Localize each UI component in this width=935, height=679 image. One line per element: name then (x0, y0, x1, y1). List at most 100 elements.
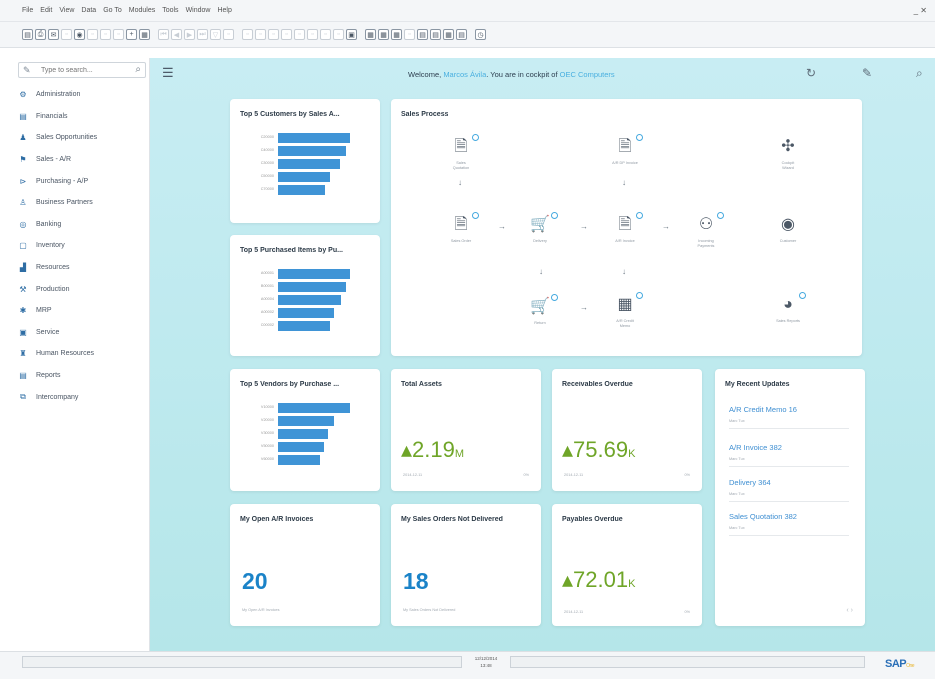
target-document-icon[interactable]: ▫ (255, 29, 266, 40)
sidebar-item-administration[interactable]: ⚙ Administration (0, 84, 150, 106)
sidebar-item-purchasing-ap[interactable]: ⊳ Purchasing - A/P (0, 170, 150, 192)
bar[interactable] (278, 172, 330, 182)
browser-icon[interactable]: ◉ (74, 29, 85, 40)
bar[interactable] (278, 133, 350, 143)
sidebar-item-production[interactable]: ⚒ Production (0, 278, 150, 300)
find-icon[interactable]: + (126, 29, 137, 40)
search-icon[interactable]: ⌕ (135, 64, 141, 75)
menu-help[interactable]: Help (217, 7, 231, 14)
sidebar-item-banking[interactable]: ◎ Banking (0, 214, 150, 236)
node-sales-reports[interactable]: ◕ Sales Reports (753, 292, 823, 324)
document-settings-icon[interactable]: ▦ (378, 29, 389, 40)
bar[interactable] (278, 321, 330, 331)
menu-window[interactable]: Window (186, 7, 211, 14)
sidebar-item-intercompany[interactable]: ⧉ Intercompany (0, 386, 150, 408)
sidebar-item-resources[interactable]: ▟ Resources (0, 257, 150, 279)
card-open-ar-invoices[interactable]: My Open A/R Invoices 20 My Open A/R Invo… (230, 504, 380, 626)
card-sales-orders-not-delivered[interactable]: My Sales Orders Not Delivered 18 My Sale… (391, 504, 541, 626)
help-icon[interactable]: ▤ (456, 29, 467, 40)
card-top-customers[interactable]: Top 5 Customers by Sales A... C20000 C400… (230, 99, 380, 223)
node-delivery[interactable]: 🛒 Delivery (505, 212, 575, 244)
sidebar-item-human-resources[interactable]: ♜ Human Resources (0, 343, 150, 365)
filter-icon[interactable]: ▽ (210, 29, 221, 40)
print-preview-icon[interactable]: ▤ (22, 29, 33, 40)
hamburger-menu-icon[interactable]: ☰ (162, 65, 174, 81)
sidebar-item-sales-ar[interactable]: ⚑ Sales - A/R (0, 149, 150, 171)
bar[interactable] (278, 269, 350, 279)
menu-view[interactable]: View (59, 7, 74, 14)
sidebar-item-sales-opportunities[interactable]: ♟ Sales Opportunities (0, 127, 150, 149)
menu-data[interactable]: Data (81, 7, 96, 14)
bar[interactable] (278, 403, 350, 413)
sidebar-item-mrp[interactable]: ✱ MRP (0, 300, 150, 322)
card-top-vendors[interactable]: Top 5 Vendors by Purchase ... V10000 V200… (230, 369, 380, 491)
calendar-icon[interactable]: ▦ (443, 29, 454, 40)
email-icon[interactable]: ✉ (48, 29, 59, 40)
sidebar-item-reports[interactable]: ▤ Reports (0, 365, 150, 387)
sort-icon[interactable]: ▫ (223, 29, 234, 40)
node-customer[interactable]: ◉ Customer (753, 215, 823, 244)
card-payables-overdue[interactable]: Payables Overdue ▴72.01K 2014-12-11 0% (552, 504, 702, 626)
next-record-icon[interactable]: ▶ (184, 29, 195, 40)
word-icon[interactable]: ▫ (100, 29, 111, 40)
bar[interactable] (278, 416, 335, 426)
bar[interactable] (278, 146, 347, 156)
messages-icon[interactable]: ▫ (320, 29, 331, 40)
update-link[interactable]: A/R Credit Memo 16 (729, 405, 849, 414)
node-incoming-payments[interactable]: ⚇ Incoming Payments (671, 212, 741, 249)
search-icon[interactable]: ⌕ (916, 66, 923, 81)
volume-weight-icon[interactable]: ▫ (294, 29, 305, 40)
window-controls[interactable]: _ ✕ (914, 6, 927, 15)
bar[interactable] (278, 295, 342, 305)
menu-modules[interactable]: Modules (129, 7, 155, 14)
node-ar-invoice[interactable]: 🗎 A/R Invoice (590, 212, 660, 244)
payment-means-icon[interactable]: ▫ (281, 29, 292, 40)
alerts-icon[interactable]: ▫ (333, 29, 344, 40)
first-record-icon[interactable]: ⏮ (158, 29, 169, 40)
menu-tools[interactable]: Tools (162, 7, 178, 14)
node-ar-credit-memo[interactable]: ▦ A/R Credit Memo (590, 292, 660, 329)
sms-icon[interactable]: ▫ (61, 29, 72, 40)
company-link[interactable]: OEC Computers (560, 70, 615, 79)
sidebar-item-financials[interactable]: ▤ Financials (0, 106, 150, 128)
print-layout-icon[interactable]: ▫ (404, 29, 415, 40)
update-link[interactable]: A/R Invoice 382 (729, 443, 849, 452)
edit-icon[interactable]: ✎ (862, 66, 872, 80)
sidebar-item-inventory[interactable]: ▢ Inventory (0, 235, 150, 257)
base-document-icon[interactable]: ▫ (242, 29, 253, 40)
bar[interactable] (278, 442, 325, 452)
menu-edit[interactable]: Edit (40, 7, 52, 14)
bar[interactable] (278, 282, 347, 292)
update-link[interactable]: Delivery 364 (729, 478, 849, 487)
pdf-icon[interactable]: ▫ (113, 29, 124, 40)
sidebar-item-service[interactable]: ▣ Service (0, 322, 150, 344)
last-record-icon[interactable]: ⏭ (197, 29, 208, 40)
gross-profit-icon[interactable]: ▫ (268, 29, 279, 40)
layout-designer-icon[interactable]: ▦ (391, 29, 402, 40)
bar[interactable] (278, 159, 340, 169)
form-settings-icon[interactable]: ▦ (365, 29, 376, 40)
journal-icon[interactable]: ▫ (307, 29, 318, 40)
node-sales-quotation[interactable]: 🗎 Sales Quotation (426, 134, 496, 171)
bar[interactable] (278, 429, 329, 439)
user-link[interactable]: Marcos Ávila (443, 70, 486, 79)
sidebar-search-input[interactable] (41, 65, 121, 76)
node-ar-dp-invoice[interactable]: 🗎 A/R DP Invoice (590, 134, 660, 166)
card-top-items[interactable]: Top 5 Purchased Items by Pu... A00001 B00… (230, 235, 380, 356)
card-receivables-overdue[interactable]: Receivables Overdue ▴75.69K 2014-12-11 0… (552, 369, 702, 491)
print-icon[interactable]: ⎙ (35, 29, 46, 40)
bar[interactable] (278, 455, 320, 465)
card-total-assets[interactable]: Total Assets ▴2.19M 2014-12-11 0% (391, 369, 541, 491)
menu-file[interactable]: File (22, 7, 33, 14)
node-cockpit-wizard[interactable]: ✣ Cockpit Wizard (753, 137, 823, 171)
refresh-icon[interactable]: ↻ (806, 66, 816, 80)
node-return[interactable]: 🛒 Return (505, 294, 575, 326)
wrench-icon[interactable]: ✎ (23, 65, 31, 76)
menu-goto[interactable]: Go To (103, 7, 122, 14)
bar[interactable] (278, 308, 335, 318)
sidebar-item-business-partners[interactable]: ♙ Business Partners (0, 192, 150, 214)
excel-icon[interactable]: ▫ (87, 29, 98, 40)
report-icon[interactable]: ▤ (430, 29, 441, 40)
settings-icon[interactable]: ▣ (346, 29, 357, 40)
node-sales-order[interactable]: 🗎 Sales Order (426, 212, 496, 244)
